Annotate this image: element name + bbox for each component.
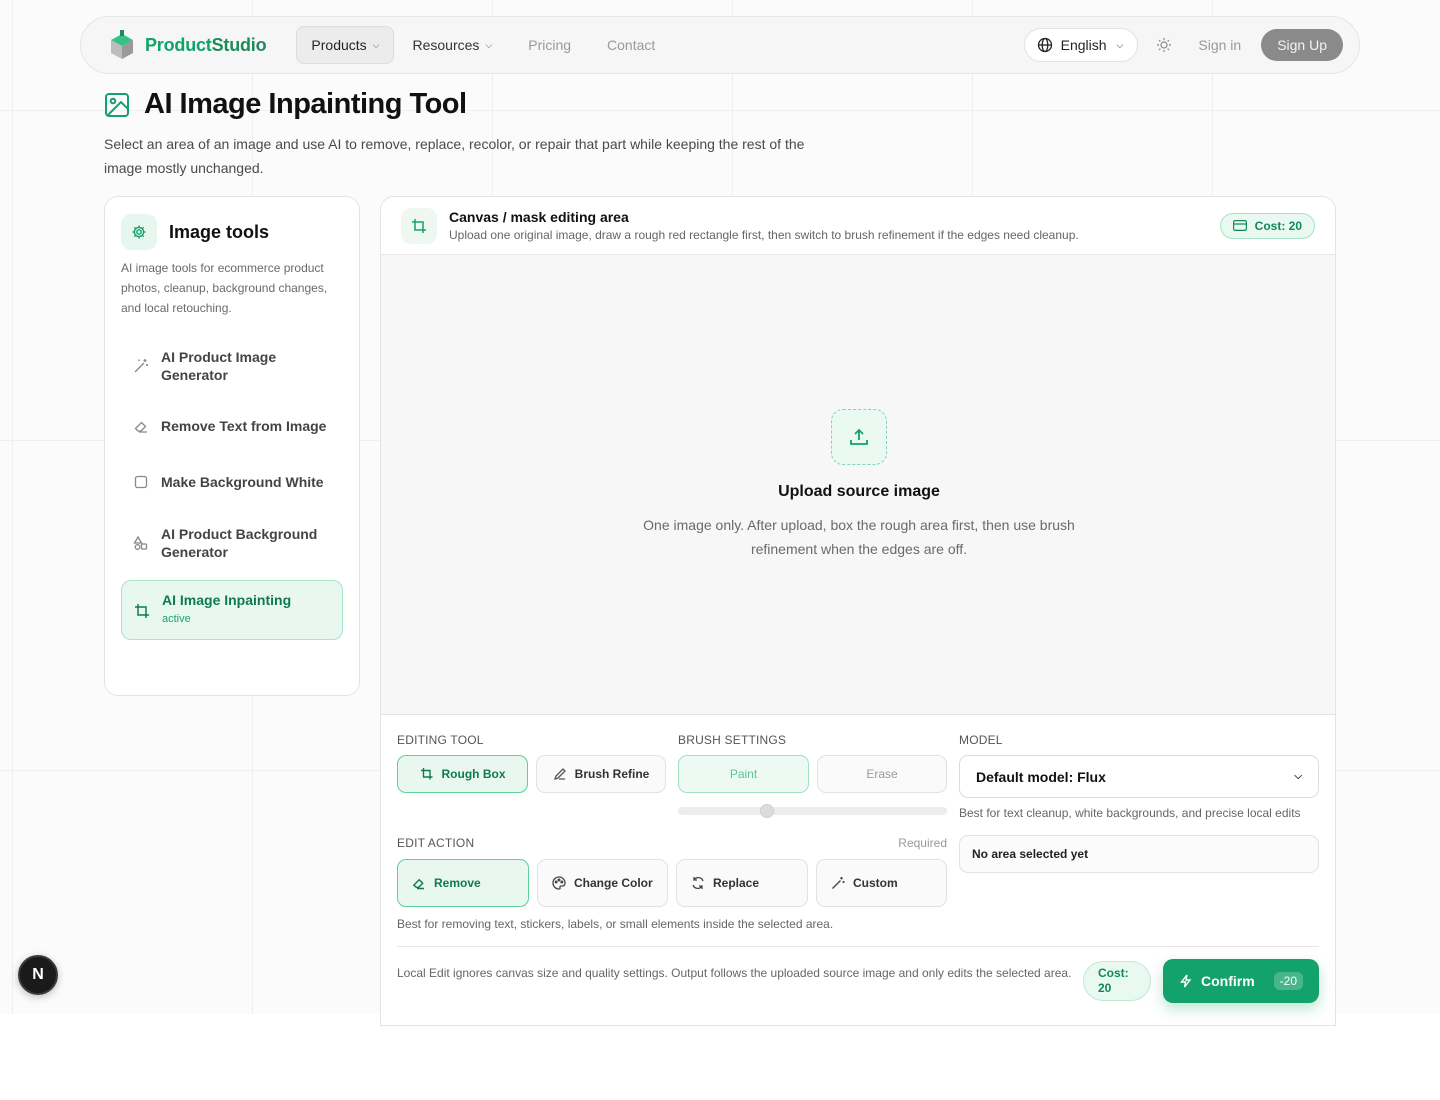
button-label: Rough Box xyxy=(441,767,506,781)
editor-controls: EDITING TOOL Rough Box Brush Refine BRUS… xyxy=(381,715,1335,1025)
dev-tools-badge[interactable]: N xyxy=(18,955,58,995)
action-hint: Best for removing text, stickers, labels… xyxy=(397,917,834,931)
cost-badge: Cost: 20 xyxy=(1219,212,1315,239)
sidebar-title: Image tools xyxy=(169,221,270,242)
action-remove-button[interactable]: Remove xyxy=(397,859,529,907)
action-change-color-button[interactable]: Change Color xyxy=(537,859,668,907)
required-indicator: Required xyxy=(898,836,947,850)
eraser-icon xyxy=(134,421,147,433)
footer-note: Local Edit ignores canvas size and quali… xyxy=(397,966,1072,980)
magic-wand-icon xyxy=(832,877,845,889)
magic-wand-icon xyxy=(134,359,148,373)
editor-title: Canvas / mask editing area xyxy=(449,209,629,225)
editing-tool-label: EDITING TOOL xyxy=(397,733,484,747)
sidebar-item-label: Remove Text from Image xyxy=(161,418,327,434)
footer-cost-badge: Cost: 20 xyxy=(1083,961,1151,1001)
editor-card: Canvas / mask editing area Upload one or… xyxy=(380,196,1336,1026)
refresh-icon xyxy=(692,876,704,890)
chevron-down-icon: ⌵ xyxy=(1294,771,1302,782)
cost-label: Cost: xyxy=(1098,966,1129,980)
brush-size-slider[interactable] xyxy=(678,804,947,818)
language-selector[interactable]: English ⌵ xyxy=(1023,28,1139,62)
editor-header: Canvas / mask editing area Upload one or… xyxy=(381,197,1335,255)
confirm-button[interactable]: Confirm -20 xyxy=(1163,959,1319,1003)
slider-thumb[interactable] xyxy=(759,804,774,818)
active-indicator: active xyxy=(162,613,191,625)
globe-icon xyxy=(1037,37,1052,53)
cost-value: 20 xyxy=(1098,981,1112,995)
language-label: English xyxy=(1060,37,1107,53)
model-label: MODEL xyxy=(959,733,1003,747)
nav-contact[interactable]: Contact xyxy=(589,26,673,64)
upload-button[interactable] xyxy=(831,409,887,465)
top-navbar: ProductStudio Products ⌵ Resources ⌵ Prici… xyxy=(80,16,1360,74)
tools-sidebar: Image tools AI image tools for ecommerce… xyxy=(104,196,360,696)
image-icon xyxy=(105,92,129,117)
model-select[interactable]: Default model: Flux ⌵ xyxy=(959,755,1319,798)
cube-logo-icon xyxy=(111,30,133,59)
button-label: Remove xyxy=(434,876,481,890)
divider xyxy=(397,946,1319,947)
paint-button[interactable]: Paint xyxy=(678,755,809,793)
cost-label: Cost: 20 xyxy=(1254,218,1302,233)
button-label: Replace xyxy=(713,876,760,890)
action-custom-button[interactable]: Custom xyxy=(816,859,947,907)
canvas-upload-area[interactable]: Upload source image One image only. Afte… xyxy=(381,255,1335,715)
rough-box-button[interactable]: Rough Box xyxy=(397,755,528,793)
brush-settings-label: BRUSH SETTINGS xyxy=(678,733,787,747)
credit-card-icon xyxy=(1232,220,1247,231)
area-status: No area selected yet xyxy=(959,835,1319,873)
sidebar-item-background-generator[interactable]: AI Product Background Generator xyxy=(121,514,343,572)
crop-icon xyxy=(420,768,432,780)
upload-icon xyxy=(850,428,868,445)
brush-refine-button[interactable]: Brush Refine xyxy=(536,755,666,793)
pencil-icon xyxy=(553,768,566,781)
nav-pricing[interactable]: Pricing xyxy=(510,26,589,64)
crop-icon xyxy=(135,604,149,618)
crop-icon xyxy=(401,207,437,244)
upload-description: One image only. After upload, box the ro… xyxy=(643,517,1075,557)
sidebar-description: AI image tools for ecommerce product pho… xyxy=(121,261,328,315)
brand-logo[interactable]: ProductStudio xyxy=(109,30,267,60)
button-label: Custom xyxy=(853,876,898,890)
button-label: Brush Refine xyxy=(574,767,650,781)
chevron-down-icon: ⌵ xyxy=(1116,39,1124,50)
square-icon xyxy=(134,475,148,489)
settings-icon xyxy=(121,214,157,250)
nav-products[interactable]: Products ⌵ xyxy=(296,26,395,64)
sidebar-item-white-background[interactable]: Make Background White xyxy=(121,458,343,506)
edit-action-label: EDIT ACTION xyxy=(397,836,475,850)
chevron-down-icon: ⌵ xyxy=(485,39,493,50)
page-title: AI Image Inpainting Tool xyxy=(144,88,467,120)
sidebar-item-label: Make Background White xyxy=(161,474,324,490)
eraser-icon xyxy=(412,878,424,890)
page-description: Select an area of an image and use AI to… xyxy=(104,136,805,176)
sign-up-button[interactable]: Sign Up xyxy=(1261,29,1343,61)
editor-subtitle: Upload one original image, draw a rough … xyxy=(449,228,1079,242)
page-header: AI Image Inpainting Tool xyxy=(104,88,467,121)
chevron-down-icon: ⌵ xyxy=(372,39,380,50)
sidebar-item-product-image-generator[interactable]: AI Product Image Generator xyxy=(121,337,343,395)
sign-in-link[interactable]: Sign in xyxy=(1198,37,1241,53)
brand-name: ProductStudio xyxy=(145,34,267,55)
sidebar-item-remove-text[interactable]: Remove Text from Image xyxy=(121,402,343,450)
confirm-cost: -20 xyxy=(1273,972,1303,990)
lightning-icon xyxy=(1180,974,1192,988)
button-label: Change Color xyxy=(574,876,653,890)
nav-resources[interactable]: Resources ⌵ xyxy=(394,26,510,64)
button-label: Confirm xyxy=(1201,973,1255,989)
sidebar-item-label: AI Product Image Generator xyxy=(161,349,277,383)
model-hint: Best for text cleanup, white backgrounds… xyxy=(959,806,1301,820)
model-value: Default model: Flux xyxy=(976,768,1106,785)
erase-button[interactable]: Erase xyxy=(817,755,947,793)
shapes-icon xyxy=(133,535,148,550)
palette-icon xyxy=(552,876,566,890)
sidebar-item-label: AI Image Inpainting xyxy=(162,592,292,608)
theme-toggle-sun-icon[interactable] xyxy=(1156,37,1172,53)
sidebar-item-label: AI Product Background Generator xyxy=(161,526,318,560)
sidebar-item-image-inpainting[interactable]: AI Image Inpainting active xyxy=(121,580,343,640)
action-replace-button[interactable]: Replace xyxy=(676,859,808,907)
upload-title: Upload source image xyxy=(778,483,940,500)
